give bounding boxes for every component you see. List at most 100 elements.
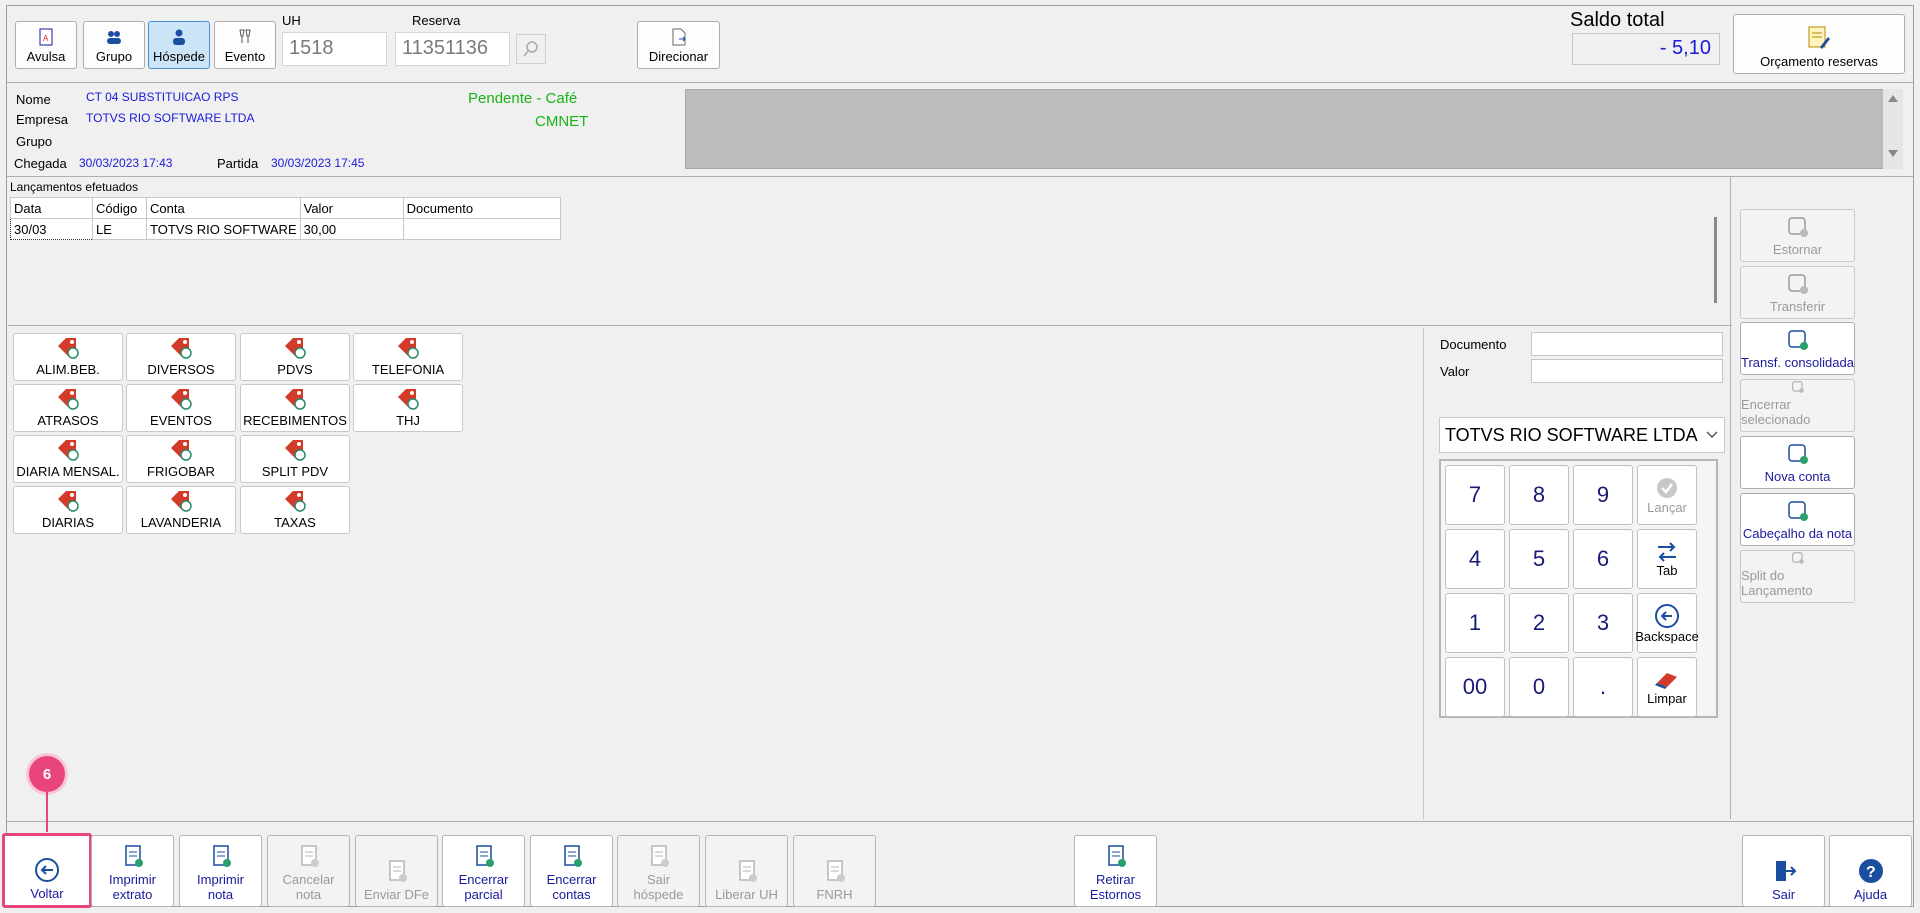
category-button-split-pdv[interactable]: SPLIT PDV — [240, 435, 350, 483]
keypad-tab-button[interactable]: Tab — [1637, 529, 1697, 589]
exit-door-icon — [1775, 861, 1796, 881]
fnrh-button[interactable]: FNRH — [793, 835, 876, 907]
side-cabecalho-button[interactable]: Cabeçalho da nota — [1740, 493, 1855, 546]
category-button-thj[interactable]: THJ — [353, 384, 463, 432]
bottom-label: Voltar — [30, 886, 64, 901]
budget-edit-icon — [1808, 26, 1830, 49]
keypad-k9-button[interactable]: 9 — [1573, 465, 1633, 525]
scroll-down-icon[interactable] — [1888, 150, 1898, 157]
keypad-k7-button[interactable]: 7 — [1445, 465, 1505, 525]
cell-data[interactable]: 30/03 — [10, 218, 93, 240]
col-data[interactable]: Data — [10, 197, 93, 219]
price-tag-icon — [171, 440, 192, 461]
evento-button[interactable]: Evento — [214, 21, 276, 69]
category-button-taxas[interactable]: TAXAS — [240, 486, 350, 534]
lancamentos-table: Data Código Conta Valor Documento 30/03 … — [10, 197, 561, 240]
conta-select-value: TOTVS RIO SOFTWARE LTDA — [1445, 425, 1698, 445]
imprimir-nota-icon — [212, 845, 231, 867]
side-nova-conta-button[interactable]: Nova conta — [1740, 436, 1855, 489]
keypad-backspace-button[interactable]: Backspace — [1635, 593, 1699, 653]
keypad-k5-button[interactable]: 5 — [1509, 529, 1569, 589]
side-label: Nova conta — [1764, 469, 1831, 484]
price-tag-icon — [398, 389, 419, 410]
hospede-button[interactable]: Hóspede — [148, 21, 210, 69]
table-row[interactable]: 30/03 LE TOTVS RIO SOFTWARE 30,00 — [10, 218, 561, 240]
keypad-lancar-button[interactable]: Lançar — [1637, 465, 1697, 525]
keypad-k6-button[interactable]: 6 — [1573, 529, 1633, 589]
sair-hospede-button[interactable]: Sair hóspede — [617, 835, 700, 907]
category-button-diarias[interactable]: DIARIAS — [13, 486, 123, 534]
direcionar-button[interactable]: Direcionar — [637, 21, 720, 69]
category-button-diversos[interactable]: DIVERSOS — [126, 333, 236, 381]
search-reserva-button[interactable] — [516, 34, 546, 64]
svg-text:?: ? — [1866, 864, 1876, 881]
keypad-k00-button[interactable]: 00 — [1445, 657, 1505, 717]
keypad-k8-button[interactable]: 8 — [1509, 465, 1569, 525]
side-transferir-button[interactable]: Transferir — [1740, 266, 1855, 319]
conta-select[interactable]: TOTVS RIO SOFTWARE LTDA — [1439, 417, 1725, 453]
bottom-label: Cancelar — [282, 872, 335, 887]
imprimir-nota-button[interactable]: Imprimir nota — [179, 835, 262, 907]
encerrar-parcial-button[interactable]: Encerrar parcial — [442, 835, 525, 907]
evento-label: Evento — [224, 49, 266, 64]
reserva-input[interactable]: 11351136 — [395, 32, 510, 66]
keypad-k0-button[interactable]: 0 — [1509, 657, 1569, 717]
encerrar-contas-button[interactable]: Encerrar contas — [530, 835, 613, 907]
uh-input[interactable]: 1518 — [282, 32, 387, 66]
direcionar-label: Direcionar — [648, 49, 709, 64]
enviar-dfe-button[interactable]: Enviar DFe — [355, 835, 438, 907]
side-transf-consolidada-button[interactable]: Transf. consolidada — [1740, 322, 1855, 375]
cell-valor[interactable]: 30,00 — [299, 218, 404, 240]
keypad-kdot-button[interactable]: . — [1573, 657, 1633, 717]
category-button-diaria-mensal[interactable]: DIARIA MENSAL. — [13, 435, 123, 483]
sair-hospede-icon — [650, 845, 669, 867]
col-codigo[interactable]: Código — [92, 197, 147, 219]
category-button-eventos[interactable]: EVENTOS — [126, 384, 236, 432]
avulsa-button[interactable]: A Avulsa — [15, 21, 77, 69]
price-tag-icon — [58, 440, 79, 461]
keypad-limpar-button[interactable]: Limpar — [1637, 657, 1697, 717]
scroll-up-icon[interactable] — [1888, 95, 1898, 102]
category-label: DIARIA MENSAL. — [16, 464, 120, 479]
bottom-label: Imprimir — [197, 872, 244, 887]
keypad-k4-button[interactable]: 4 — [1445, 529, 1505, 589]
col-valor[interactable]: Valor — [299, 197, 404, 219]
bottom-label: Encerrar — [546, 872, 597, 887]
sair-button[interactable]: Sair — [1742, 835, 1825, 907]
liberar-uh-button[interactable]: Liberar UH — [705, 835, 788, 907]
keypad-k9-label: 9 — [1596, 482, 1610, 507]
orcamento-reservas-button[interactable]: Orçamento reservas — [1733, 14, 1905, 74]
category-button-frigobar[interactable]: FRIGOBAR — [126, 435, 236, 483]
encerrar-contas-icon — [563, 845, 582, 867]
category-button-pdvs[interactable]: PDVS — [240, 333, 350, 381]
category-button-recebimentos[interactable]: RECEBIMENTOS — [240, 384, 350, 432]
grupo-button[interactable]: Grupo — [83, 21, 145, 69]
cell-codigo[interactable]: LE — [92, 218, 147, 240]
keypad-k1-button[interactable]: 1 — [1445, 593, 1505, 653]
cell-documento[interactable] — [402, 218, 561, 240]
grid-scrollbar[interactable] — [1714, 217, 1717, 303]
imprimir-extrato-button[interactable]: Imprimir extrato — [91, 835, 174, 907]
keypad-k2-label: 2 — [1532, 610, 1546, 635]
side-encerrar-selecionado-button[interactable]: Encerrar selecionado — [1740, 379, 1855, 432]
category-button-alim-beb[interactable]: ALIM.BEB. — [13, 333, 123, 381]
category-button-atrasos[interactable]: ATRASOS — [13, 384, 123, 432]
notes-scrollbar[interactable] — [1883, 89, 1903, 169]
category-label: EVENTOS — [150, 413, 212, 428]
keypad-k3-button[interactable]: 3 — [1573, 593, 1633, 653]
cell-conta[interactable]: TOTVS RIO SOFTWARE — [146, 218, 301, 240]
valor-input[interactable] — [1531, 359, 1723, 383]
col-documento[interactable]: Documento — [402, 197, 561, 219]
col-conta[interactable]: Conta — [146, 197, 301, 219]
side-split-button[interactable]: Split do Lançamento — [1740, 550, 1855, 603]
side-estornar-button[interactable]: Estornar — [1740, 209, 1855, 262]
category-button-lavanderia[interactable]: LAVANDERIA — [126, 486, 236, 534]
keypad-k2-button[interactable]: 2 — [1509, 593, 1569, 653]
category-button-telefonia[interactable]: TELEFONIA — [353, 333, 463, 381]
ajuda-button[interactable]: ? Ajuda — [1829, 835, 1912, 907]
voltar-button[interactable]: Voltar — [2, 833, 92, 908]
documento-input[interactable] — [1531, 332, 1723, 356]
category-label: FRIGOBAR — [147, 464, 215, 479]
cancelar-nota-button[interactable]: Cancelar nota — [267, 835, 350, 907]
retirar-estornos-button[interactable]: Retirar Estornos — [1074, 835, 1157, 907]
